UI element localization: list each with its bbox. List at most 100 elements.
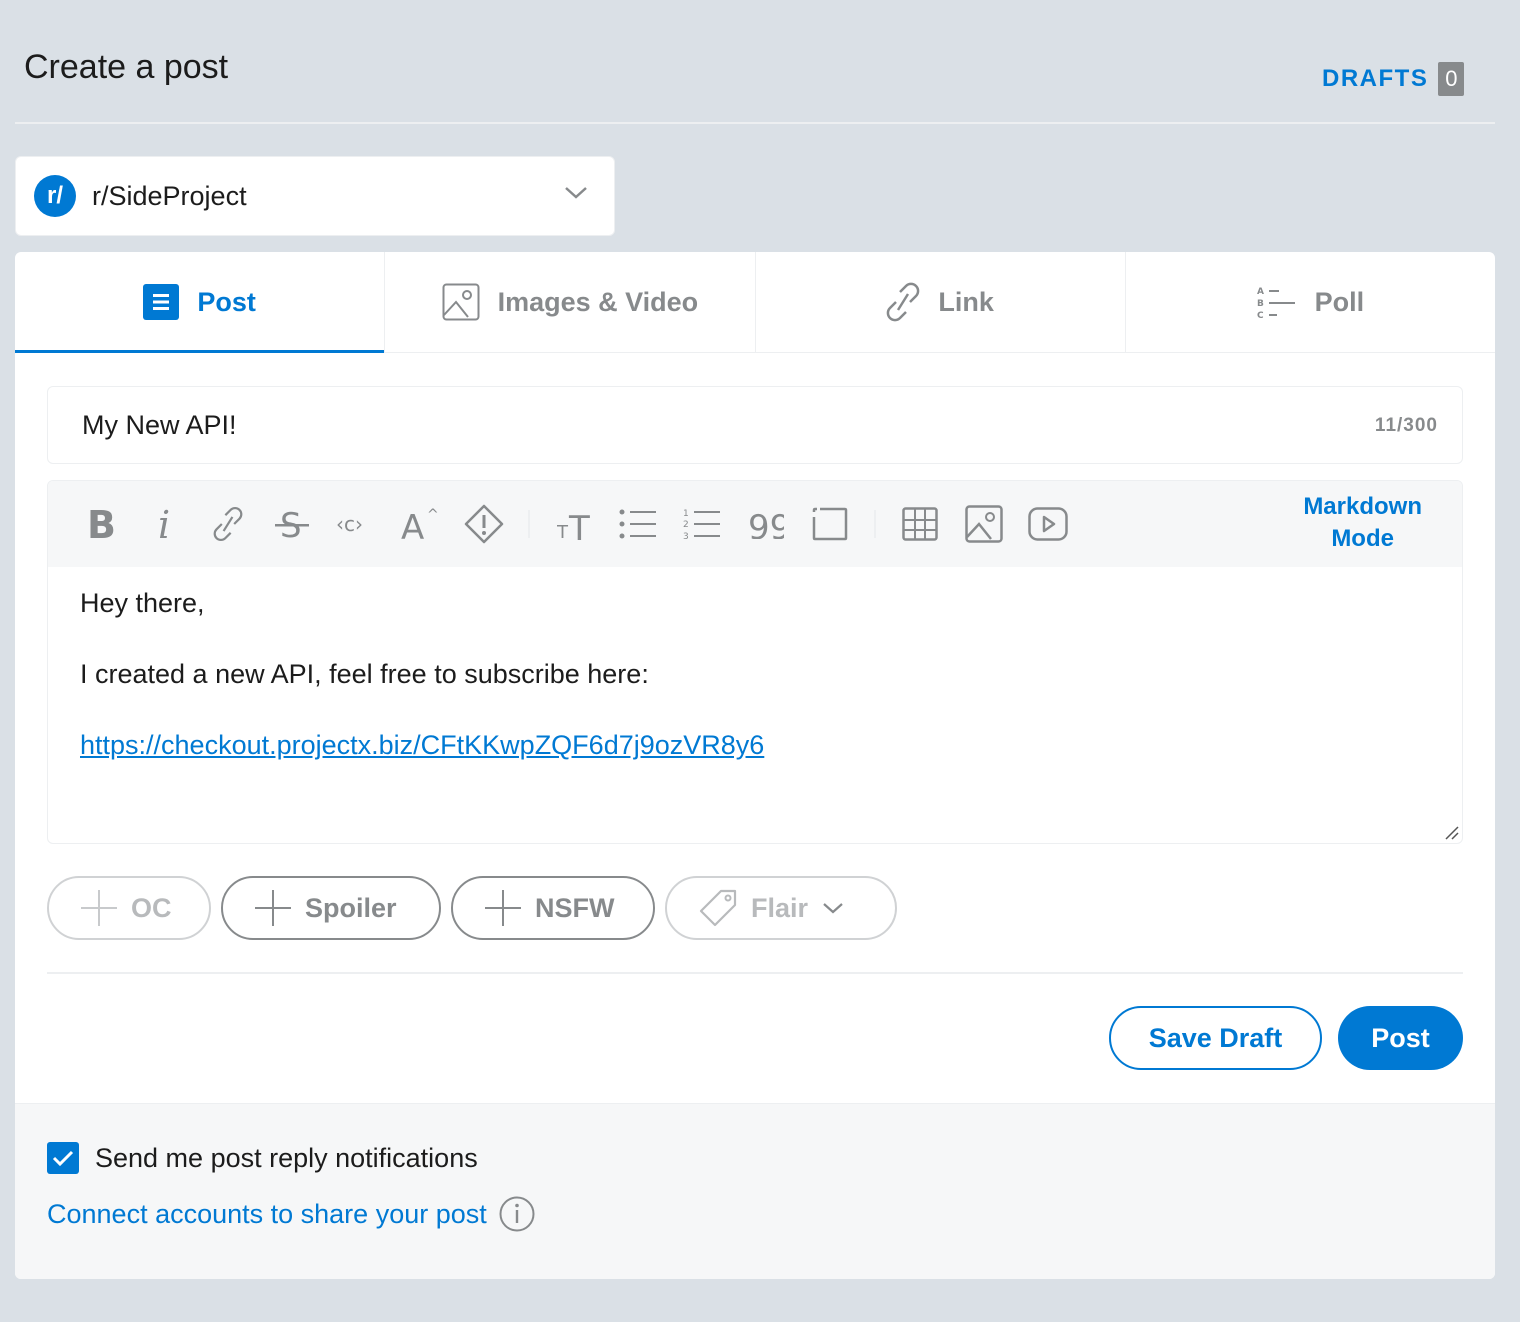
code-block-button[interactable] xyxy=(798,492,862,556)
nsfw-tag-label: NSFW xyxy=(535,892,615,923)
drafts-count-badge: 0 xyxy=(1438,62,1465,96)
svg-text:2: 2 xyxy=(683,520,689,530)
chevron-down-icon xyxy=(823,903,843,914)
strikethrough-icon: S xyxy=(275,506,309,543)
code-block-icon xyxy=(812,507,848,541)
toolbar-separator xyxy=(528,510,530,538)
tab-link[interactable]: Link xyxy=(756,252,1126,352)
tab-images-video[interactable]: Images & Video xyxy=(385,252,756,352)
insert-video-button[interactable] xyxy=(1016,492,1080,556)
svg-text:‹c›: ‹c› xyxy=(336,512,363,536)
drafts-button[interactable]: DRAFTS 0 xyxy=(1322,62,1465,96)
link-icon xyxy=(213,507,243,541)
svg-text:A: A xyxy=(1257,287,1264,297)
numbered-list-icon: 12 3 xyxy=(683,509,720,541)
superscript-icon: A ^ xyxy=(401,507,439,543)
tab-poll-label: Poll xyxy=(1314,286,1365,317)
plus-icon xyxy=(485,890,521,926)
numbered-list-button[interactable]: 12 3 xyxy=(670,492,734,556)
svg-text:T: T xyxy=(568,509,590,542)
connect-accounts-link[interactable]: Connect accounts to share your post xyxy=(47,1196,535,1232)
plus-icon xyxy=(255,890,291,926)
markdown-mode-line1: Markdown xyxy=(1303,493,1422,520)
editor-body[interactable]: Hey there, I created a new API, feel fre… xyxy=(48,567,1462,816)
markdown-mode-line2: Mode xyxy=(1331,525,1394,552)
body-paragraph: I created a new API, feel free to subscr… xyxy=(80,659,649,689)
svg-text:C: C xyxy=(1257,311,1264,320)
info-icon[interactable] xyxy=(499,1196,535,1232)
superscript-button[interactable]: A ^ xyxy=(388,492,452,556)
community-avatar: r/ xyxy=(34,175,76,217)
title-value: My New API! xyxy=(82,409,237,440)
save-draft-button[interactable]: Save Draft xyxy=(1109,1006,1322,1070)
heading-button[interactable]: TT xyxy=(542,492,606,556)
tab-post-label: Post xyxy=(197,286,256,317)
oc-tag-label: OC xyxy=(131,892,172,923)
tab-images-video-label: Images & Video xyxy=(497,286,699,317)
bulleted-list-button[interactable] xyxy=(606,492,670,556)
body-link[interactable]: https://checkout.projectx.biz/CFtKKwpZQF… xyxy=(80,730,764,760)
tag-icon xyxy=(699,889,737,927)
svg-text:B: B xyxy=(1257,299,1264,309)
tab-poll[interactable]: ABC Poll xyxy=(1126,252,1495,352)
flair-tag-button[interactable]: Flair xyxy=(665,876,897,940)
resize-handle-icon[interactable] xyxy=(1442,823,1460,841)
italic-button[interactable]: i xyxy=(132,492,196,556)
svg-text:B: B xyxy=(87,506,115,542)
nsfw-tag-button[interactable]: NSFW xyxy=(451,876,655,940)
insert-image-button[interactable] xyxy=(952,492,1016,556)
action-divider xyxy=(47,972,1463,974)
notifications-checkbox[interactable] xyxy=(47,1142,79,1174)
quote-button[interactable]: 99 xyxy=(734,492,798,556)
notifications-label: Send me post reply notifications xyxy=(95,1142,478,1173)
tab-link-label: Link xyxy=(938,286,994,317)
chevron-down-icon xyxy=(565,187,587,199)
table-icon xyxy=(902,507,938,541)
strikethrough-button[interactable]: S xyxy=(260,492,324,556)
flair-tag-label: Flair xyxy=(751,892,809,923)
spoiler-tag-button[interactable]: Spoiler xyxy=(221,876,441,940)
bold-icon: B xyxy=(87,506,115,542)
video-icon xyxy=(1028,507,1068,541)
heading-icon: TT xyxy=(557,509,590,542)
checkmark-icon xyxy=(52,1150,74,1167)
page-title: Create a post xyxy=(24,48,229,86)
notifications-option[interactable]: Send me post reply notifications xyxy=(47,1142,478,1174)
community-selector[interactable]: r/ r/SideProject xyxy=(15,156,615,236)
tab-post[interactable]: Post xyxy=(15,252,386,353)
poll-icon: ABC xyxy=(1257,287,1295,320)
post-button[interactable]: Post xyxy=(1338,1006,1463,1070)
post-options-footer: Send me post reply notifications Connect… xyxy=(15,1103,1495,1279)
link-button[interactable] xyxy=(196,492,260,556)
svg-text:^: ^ xyxy=(427,507,439,523)
editor-toolbar: B i S ‹c› A^ TT 12 3 99 Markdown Mode xyxy=(48,481,1462,567)
drafts-label: DRAFTS xyxy=(1322,65,1429,92)
post-type-tabs: Post Images & Video Link ABC Poll xyxy=(15,252,1495,353)
table-button[interactable] xyxy=(888,492,952,556)
italic-icon: i xyxy=(158,506,170,542)
svg-text:i: i xyxy=(158,506,170,542)
spoiler-tag-label: Spoiler xyxy=(305,892,397,923)
community-name: r/SideProject xyxy=(92,180,247,211)
svg-text:T: T xyxy=(557,522,569,542)
oc-tag-button[interactable]: OC xyxy=(47,876,211,940)
bold-button[interactable]: B xyxy=(68,492,132,556)
title-input[interactable]: My New API! 11/300 xyxy=(47,386,1463,464)
plus-icon xyxy=(81,890,117,926)
post-icon xyxy=(143,284,180,320)
text-editor[interactable]: B i S ‹c› A^ TT 12 3 99 Markdown Mode Hey… xyxy=(47,480,1463,844)
spoiler-button[interactable] xyxy=(452,492,516,556)
code-icon: ‹c› xyxy=(336,512,363,536)
toolbar-separator xyxy=(874,510,876,538)
image-icon xyxy=(442,283,480,321)
inline-code-button[interactable]: ‹c› xyxy=(324,492,388,556)
svg-text:99: 99 xyxy=(748,509,784,539)
link-icon xyxy=(887,282,920,322)
connect-accounts-label: Connect accounts to share your post xyxy=(47,1198,487,1229)
title-char-count: 11/300 xyxy=(1374,415,1438,436)
post-form-card: Post Images & Video Link ABC Poll My New… xyxy=(15,252,1495,1279)
image-icon xyxy=(965,505,1003,543)
svg-text:1: 1 xyxy=(683,509,689,519)
markdown-mode-toggle[interactable]: Markdown Mode xyxy=(1303,491,1422,555)
post-tags: OC Spoiler NSFW Flair xyxy=(47,876,897,940)
